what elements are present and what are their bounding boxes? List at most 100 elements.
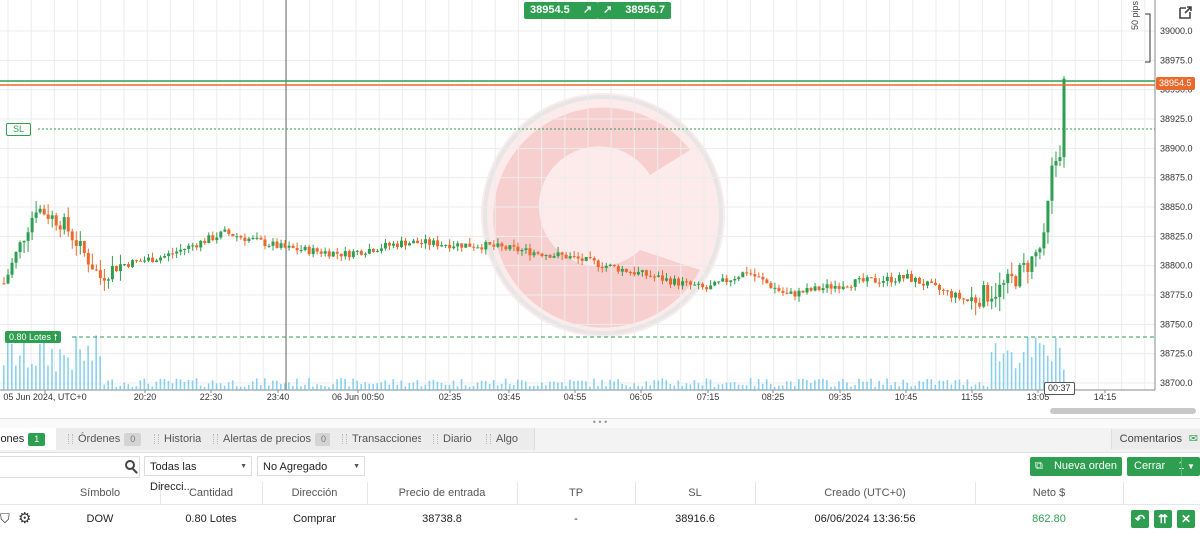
tab-3[interactable]: Alertas de precios 0 bbox=[201, 428, 342, 450]
volume-bar bbox=[316, 384, 318, 390]
candle-body bbox=[769, 283, 773, 288]
position-lots-tag[interactable]: 0.80 Lotes 🠕 bbox=[5, 331, 62, 343]
volume-bar bbox=[605, 386, 607, 390]
reverse-position-button[interactable]: ↶ bbox=[1131, 510, 1149, 528]
volume-bar bbox=[810, 383, 812, 390]
volume-bar bbox=[697, 383, 700, 390]
volume-bar bbox=[452, 380, 455, 390]
candle-body bbox=[885, 276, 889, 281]
new-order-button[interactable]: ⧉ Nueva orden bbox=[1030, 457, 1122, 476]
comments-button[interactable]: Comentarios ✉ bbox=[1110, 429, 1200, 449]
y-tick-label: 38975.0 bbox=[1160, 55, 1193, 65]
volume-bar bbox=[874, 386, 876, 390]
candle-body bbox=[604, 265, 608, 268]
column-header[interactable]: Precio de entrada bbox=[367, 482, 518, 504]
volume-bar bbox=[175, 378, 178, 390]
aggregate-select[interactable]: No Agregado bbox=[257, 456, 365, 477]
candle-body bbox=[544, 254, 548, 256]
price-chart[interactable]: 39000.038975.038950.038925.038900.038875… bbox=[0, 0, 1200, 405]
volume-bar bbox=[922, 381, 925, 390]
candle-body bbox=[962, 298, 966, 300]
volume-bar bbox=[163, 378, 166, 390]
column-header[interactable]: SL bbox=[635, 482, 756, 504]
volume-bar bbox=[689, 384, 692, 390]
candle-body bbox=[295, 247, 299, 251]
chart-scrollbar[interactable] bbox=[1050, 408, 1196, 414]
candle-body bbox=[685, 281, 689, 283]
stop-loss-tag[interactable]: SL bbox=[6, 123, 32, 136]
candle-body bbox=[644, 270, 648, 276]
volume-bar bbox=[761, 383, 764, 390]
sell-price-badge[interactable]: 38954.5 ↗ bbox=[524, 2, 599, 19]
column-header[interactable]: Neto $ bbox=[975, 482, 1124, 504]
table-row[interactable]: ⛉ ⚙ ↶ ⇈ ✕ DOW 0.80 Lotes Comprar 38738.8 - 38… bbox=[0, 504, 1200, 534]
volume-bar bbox=[364, 382, 366, 390]
volume-bar bbox=[356, 380, 358, 390]
column-header[interactable]: Creado (UTC+0) bbox=[755, 482, 976, 504]
volume-bar bbox=[589, 386, 591, 390]
direction-select[interactable]: Todas las Direcci... bbox=[144, 456, 252, 493]
candle-body bbox=[673, 278, 677, 285]
candle-body bbox=[383, 242, 387, 249]
external-window-icon[interactable] bbox=[1178, 5, 1193, 20]
volume-bar bbox=[268, 385, 270, 390]
candle-body bbox=[34, 212, 38, 218]
chevron-down-icon[interactable]: ▼ bbox=[1181, 457, 1200, 476]
column-header[interactable]: Símbolo bbox=[40, 482, 161, 504]
volume-bar bbox=[95, 335, 97, 390]
x-tick-label: 04:55 bbox=[564, 392, 587, 402]
candle-body bbox=[114, 265, 118, 272]
column-header[interactable]: Cantidad bbox=[160, 482, 263, 504]
volume-bar bbox=[528, 385, 531, 390]
tab-4[interactable]: Transacciones bbox=[330, 428, 433, 450]
volume-bar bbox=[444, 384, 447, 390]
gear-icon[interactable]: ⚙ bbox=[18, 509, 31, 527]
tab-1[interactable]: Órdenes 0 bbox=[56, 428, 155, 450]
column-header[interactable]: TP bbox=[517, 482, 636, 504]
new-order-label: Nueva orden bbox=[1053, 460, 1117, 472]
candlestick-chart[interactable]: 39000.038975.038950.038925.038900.038875… bbox=[0, 0, 1200, 405]
volume-bar bbox=[380, 382, 383, 390]
buy-arrow-icon: ↗ bbox=[603, 4, 613, 16]
volume-bar bbox=[862, 381, 864, 390]
volume-bar bbox=[617, 378, 619, 390]
volume-bar bbox=[312, 386, 314, 390]
volume-bar bbox=[942, 381, 945, 390]
column-header[interactable]: Dirección bbox=[262, 482, 368, 504]
candle-body bbox=[845, 286, 849, 288]
volume-bar bbox=[565, 385, 567, 390]
shield-icon[interactable]: ⛉ bbox=[0, 511, 10, 527]
y-tick-label: 38925.0 bbox=[1160, 114, 1193, 124]
candle-body bbox=[50, 215, 54, 219]
candle-body bbox=[448, 244, 452, 249]
close-position-button[interactable]: ✕ bbox=[1177, 510, 1195, 528]
candle-body bbox=[1022, 262, 1026, 265]
volume-bar bbox=[35, 365, 37, 390]
candle-body bbox=[78, 241, 82, 246]
drag-handle-icon bbox=[213, 434, 218, 445]
volume-bar bbox=[147, 383, 150, 390]
search-input[interactable] bbox=[0, 456, 140, 478]
volume-bar bbox=[191, 380, 194, 390]
x-tick-label: 20:20 bbox=[134, 392, 157, 402]
volume-bar bbox=[400, 380, 403, 390]
volume-bar bbox=[633, 383, 635, 390]
candle-body bbox=[404, 240, 408, 246]
volume-bar bbox=[545, 385, 547, 390]
volume-bar bbox=[858, 378, 860, 390]
volume-bar bbox=[625, 385, 627, 390]
candle-body bbox=[1038, 248, 1042, 253]
tab-6[interactable]: Algo bbox=[474, 428, 535, 450]
volume-bar bbox=[789, 381, 792, 390]
candle-body bbox=[966, 299, 970, 302]
close-positions-button[interactable]: Cerrar 1 ▼ bbox=[1127, 457, 1200, 476]
candle-body bbox=[865, 277, 869, 282]
candle-body bbox=[183, 248, 187, 250]
volume-bar bbox=[183, 382, 186, 390]
double-position-button[interactable]: ⇈ bbox=[1154, 510, 1172, 528]
candle-body bbox=[829, 284, 833, 289]
buy-price-badge[interactable]: ↗ 38956.7 bbox=[597, 2, 672, 19]
volume-bar bbox=[914, 385, 917, 390]
candle-body bbox=[889, 276, 893, 283]
volume-bar bbox=[251, 381, 254, 390]
